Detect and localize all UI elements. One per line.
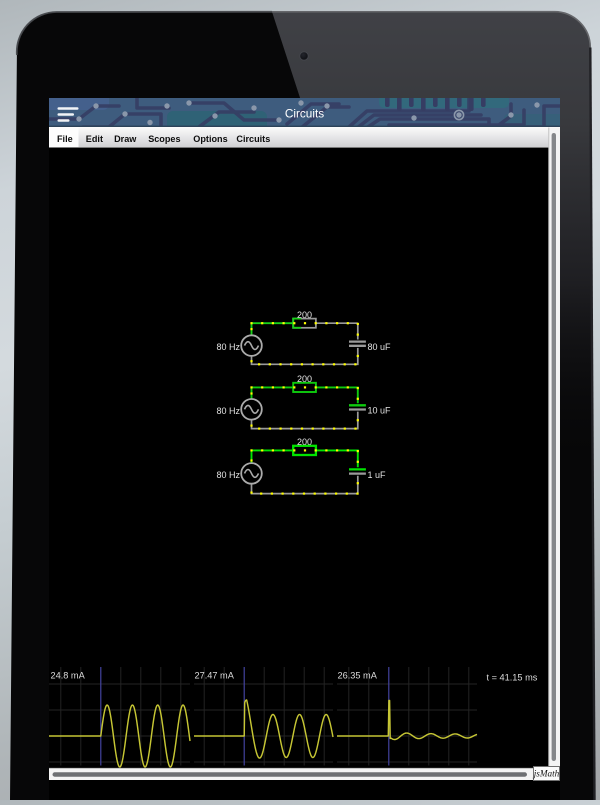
svg-text:Scopes: Scopes xyxy=(148,134,180,144)
svg-text:24.8 mA: 24.8 mA xyxy=(51,671,86,681)
svg-text:Circuits: Circuits xyxy=(236,134,270,144)
svg-text:1 uF: 1 uF xyxy=(368,470,387,480)
svg-text:Edit: Edit xyxy=(86,134,103,144)
svg-text:10 uF: 10 uF xyxy=(368,406,392,416)
svg-text:Options: Options xyxy=(193,134,227,144)
svg-text:26.35 mA: 26.35 mA xyxy=(338,671,378,681)
svg-text:80 Hz: 80 Hz xyxy=(216,470,240,480)
svg-text:200: 200 xyxy=(297,310,312,320)
svg-text:27.47 mA: 27.47 mA xyxy=(195,671,235,681)
svg-text:80 Hz: 80 Hz xyxy=(216,342,240,352)
svg-text:200: 200 xyxy=(297,437,312,447)
svg-text:jsMath: jsMath xyxy=(533,769,560,779)
svg-text:t = 41.15 ms: t = 41.15 ms xyxy=(487,673,538,683)
svg-text:80 Hz: 80 Hz xyxy=(216,406,240,416)
svg-text:80 uF: 80 uF xyxy=(368,342,392,352)
svg-text:Circuits: Circuits xyxy=(285,107,324,121)
svg-text:File: File xyxy=(57,134,73,144)
svg-text:Draw: Draw xyxy=(114,134,137,144)
svg-text:200: 200 xyxy=(297,374,312,384)
